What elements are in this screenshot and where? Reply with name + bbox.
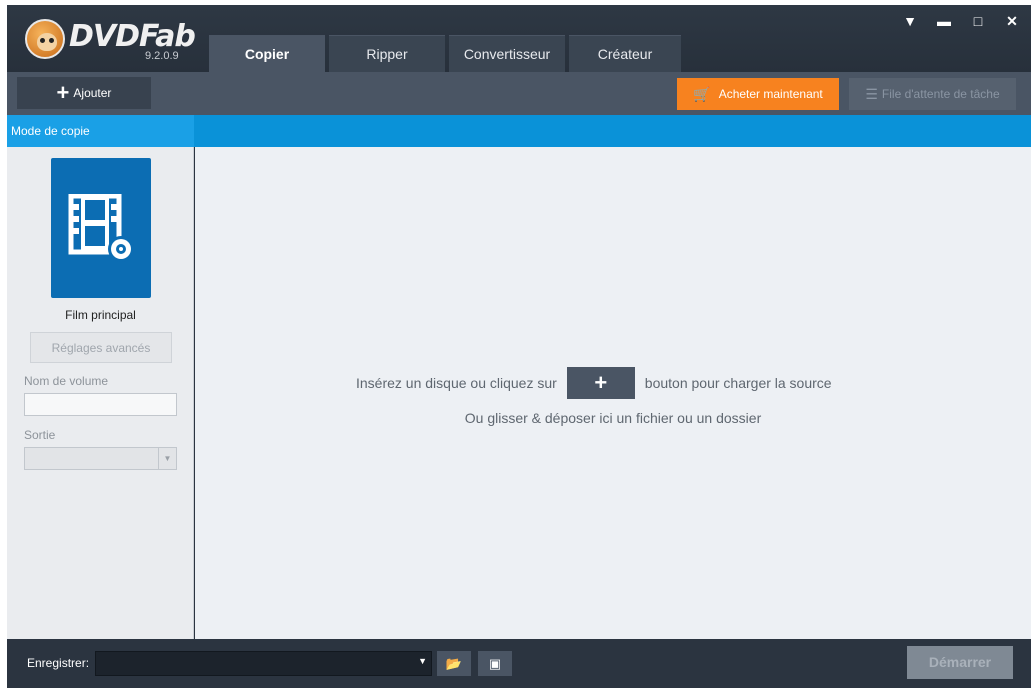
main-movie-mode-tile[interactable]	[51, 158, 151, 298]
output-label: Sortie	[24, 428, 56, 442]
bottom-bar: Enregistrer: ▼ 📂 ▣ Démarrer	[7, 639, 1031, 688]
save-path-input[interactable]: ▼	[95, 651, 432, 676]
title-bar: DVDFab 9.2.0.9 Copier Ripper Convertisse…	[7, 5, 1031, 72]
chevron-down-icon[interactable]: ▼	[158, 448, 176, 469]
drop-area[interactable]: Insérez un disque ou cliquez sur + bouto…	[195, 147, 1031, 639]
hint-before-text: Insérez un disque ou cliquez sur	[356, 375, 557, 391]
app-version: 9.2.0.9	[145, 50, 179, 62]
mode-bar: Mode de copie	[7, 115, 1031, 147]
iso-file-icon[interactable]: ▣	[478, 651, 512, 676]
save-to-label: Enregistrer:	[27, 656, 90, 670]
list-icon: ☰	[865, 85, 878, 102]
add-button[interactable]: + Ajouter	[17, 77, 151, 109]
task-queue-button[interactable]: ☰ File d'attente de tâche	[849, 78, 1016, 110]
tab-ripper[interactable]: Ripper	[329, 35, 445, 72]
app-name: DVDFab	[69, 19, 196, 54]
cart-icon: 🛒	[693, 85, 711, 102]
output-select[interactable]: ▼	[24, 447, 177, 470]
buy-now-label: Acheter maintenant	[718, 87, 823, 101]
plus-icon: +	[56, 80, 70, 105]
mode-tile-label: Film principal	[65, 308, 136, 322]
volume-name-label: Nom de volume	[24, 374, 109, 388]
hint-after-text: bouton pour charger la source	[644, 375, 832, 391]
buy-now-button[interactable]: 🛒 Acheter maintenant	[677, 78, 839, 110]
load-source-button[interactable]: +	[566, 367, 635, 399]
main-tabs: Copier Ripper Convertisseur Créateur	[209, 35, 685, 72]
start-button[interactable]: Démarrer	[907, 646, 1013, 679]
tab-createur[interactable]: Créateur	[569, 35, 681, 72]
app-logo: DVDFab 9.2.0.9	[25, 17, 196, 62]
advanced-settings-button[interactable]: Réglages avancés	[30, 332, 172, 363]
tab-convertisseur[interactable]: Convertisseur	[449, 35, 565, 72]
maximize-icon[interactable]: □	[967, 11, 989, 31]
chevron-down-icon[interactable]: ▼	[899, 11, 921, 31]
film-disc-icon	[68, 194, 134, 262]
app-window: DVDFab 9.2.0.9 Copier Ripper Convertisse…	[7, 5, 1031, 688]
load-source-hint: Insérez un disque ou cliquez sur + bouto…	[356, 367, 832, 399]
close-icon[interactable]: ✕	[1001, 11, 1023, 31]
tab-copier[interactable]: Copier	[209, 35, 325, 72]
task-queue-label: File d'attente de tâche	[881, 87, 1000, 101]
monkey-logo-icon	[25, 19, 65, 59]
folder-open-icon[interactable]: 📂	[437, 651, 471, 676]
drag-drop-hint: Ou glisser & déposer ici un fichier ou u…	[464, 410, 762, 426]
copy-mode-title[interactable]: Mode de copie	[7, 115, 194, 147]
chevron-down-icon[interactable]: ▼	[418, 656, 427, 666]
sidebar: Film principal Réglages avancés Nom de v…	[7, 147, 194, 639]
minimize-icon[interactable]: ▬	[933, 11, 955, 31]
add-button-label: Ajouter	[73, 86, 112, 100]
volume-name-input[interactable]	[24, 393, 177, 416]
toolbar: + Ajouter 🛒 Acheter maintenant ☰ File d'…	[7, 72, 1031, 115]
window-controls: ▼ ▬ □ ✕	[887, 11, 1023, 31]
